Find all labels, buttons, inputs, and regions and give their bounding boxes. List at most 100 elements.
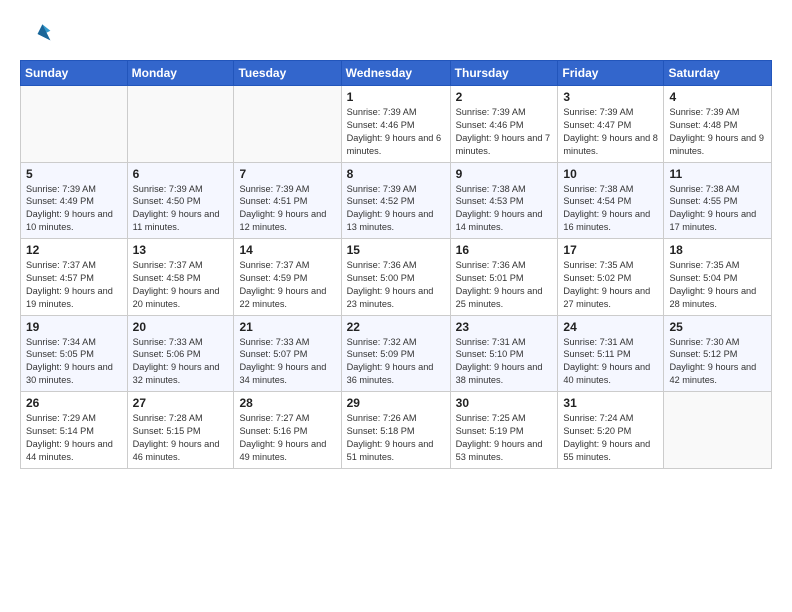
day-number: 28 <box>239 396 335 410</box>
calendar-cell: 10 Sunrise: 7:38 AM Sunset: 4:54 PM Dayli… <box>558 162 664 239</box>
day-number: 29 <box>347 396 445 410</box>
weekday-header-wednesday: Wednesday <box>341 61 450 86</box>
day-number: 14 <box>239 243 335 257</box>
day-number: 5 <box>26 167 122 181</box>
logo <box>20 18 56 50</box>
day-number: 8 <box>347 167 445 181</box>
day-info: Sunrise: 7:29 AM Sunset: 5:14 PM Dayligh… <box>26 412 122 464</box>
day-number: 1 <box>347 90 445 104</box>
day-info: Sunrise: 7:36 AM Sunset: 5:00 PM Dayligh… <box>347 259 445 311</box>
calendar-cell: 22 Sunrise: 7:32 AM Sunset: 5:09 PM Dayli… <box>341 315 450 392</box>
page: SundayMondayTuesdayWednesdayThursdayFrid… <box>0 0 792 612</box>
weekday-header-sunday: Sunday <box>21 61 128 86</box>
weekday-header-tuesday: Tuesday <box>234 61 341 86</box>
day-info: Sunrise: 7:39 AM Sunset: 4:46 PM Dayligh… <box>347 106 445 158</box>
day-number: 26 <box>26 396 122 410</box>
day-info: Sunrise: 7:36 AM Sunset: 5:01 PM Dayligh… <box>456 259 553 311</box>
logo-icon <box>20 18 52 50</box>
calendar-table: SundayMondayTuesdayWednesdayThursdayFrid… <box>20 60 772 469</box>
day-number: 2 <box>456 90 553 104</box>
calendar-cell: 7 Sunrise: 7:39 AM Sunset: 4:51 PM Daylig… <box>234 162 341 239</box>
day-number: 25 <box>669 320 766 334</box>
day-number: 30 <box>456 396 553 410</box>
calendar-cell <box>234 86 341 163</box>
calendar-cell: 19 Sunrise: 7:34 AM Sunset: 5:05 PM Dayli… <box>21 315 128 392</box>
calendar-cell: 31 Sunrise: 7:24 AM Sunset: 5:20 PM Dayli… <box>558 392 664 469</box>
calendar-cell: 15 Sunrise: 7:36 AM Sunset: 5:00 PM Dayli… <box>341 239 450 316</box>
weekday-header-friday: Friday <box>558 61 664 86</box>
calendar-cell: 4 Sunrise: 7:39 AM Sunset: 4:48 PM Daylig… <box>664 86 772 163</box>
day-number: 15 <box>347 243 445 257</box>
day-info: Sunrise: 7:34 AM Sunset: 5:05 PM Dayligh… <box>26 336 122 388</box>
day-info: Sunrise: 7:28 AM Sunset: 5:15 PM Dayligh… <box>133 412 229 464</box>
weekday-header-row: SundayMondayTuesdayWednesdayThursdayFrid… <box>21 61 772 86</box>
weekday-header-monday: Monday <box>127 61 234 86</box>
day-number: 22 <box>347 320 445 334</box>
calendar-cell: 21Sunrise: 7:33 AM Sunset: 5:07 PM Dayli… <box>234 315 341 392</box>
week-row-4: 19 Sunrise: 7:34 AM Sunset: 5:05 PM Dayli… <box>21 315 772 392</box>
week-row-1: 1 Sunrise: 7:39 AM Sunset: 4:46 PM Daylig… <box>21 86 772 163</box>
calendar-cell: 25 Sunrise: 7:30 AM Sunset: 5:12 PM Dayli… <box>664 315 772 392</box>
day-info: Sunrise: 7:25 AM Sunset: 5:19 PM Dayligh… <box>456 412 553 464</box>
day-number: 31 <box>563 396 658 410</box>
day-number: 12 <box>26 243 122 257</box>
day-info: Sunrise: 7:31 AM Sunset: 5:11 PM Dayligh… <box>563 336 658 388</box>
day-info: Sunrise: 7:39 AM Sunset: 4:50 PM Dayligh… <box>133 183 229 235</box>
day-number: 17 <box>563 243 658 257</box>
calendar-cell: 29 Sunrise: 7:26 AM Sunset: 5:18 PM Dayli… <box>341 392 450 469</box>
calendar-cell: 23 Sunrise: 7:31 AM Sunset: 5:10 PM Dayli… <box>450 315 558 392</box>
weekday-header-saturday: Saturday <box>664 61 772 86</box>
day-info: Sunrise: 7:39 AM Sunset: 4:51 PM Dayligh… <box>239 183 335 235</box>
calendar-cell: 1 Sunrise: 7:39 AM Sunset: 4:46 PM Daylig… <box>341 86 450 163</box>
day-info: Sunrise: 7:37 AM Sunset: 4:58 PM Dayligh… <box>133 259 229 311</box>
calendar-cell: 14Sunrise: 7:37 AM Sunset: 4:59 PM Dayli… <box>234 239 341 316</box>
day-number: 20 <box>133 320 229 334</box>
calendar-cell <box>21 86 128 163</box>
calendar-cell: 26 Sunrise: 7:29 AM Sunset: 5:14 PM Dayli… <box>21 392 128 469</box>
calendar-cell: 16 Sunrise: 7:36 AM Sunset: 5:01 PM Dayli… <box>450 239 558 316</box>
week-row-2: 5Sunrise: 7:39 AM Sunset: 4:49 PM Daylig… <box>21 162 772 239</box>
day-info: Sunrise: 7:35 AM Sunset: 5:02 PM Dayligh… <box>563 259 658 311</box>
day-info: Sunrise: 7:33 AM Sunset: 5:07 PM Dayligh… <box>239 336 335 388</box>
calendar-cell <box>664 392 772 469</box>
day-number: 23 <box>456 320 553 334</box>
day-number: 19 <box>26 320 122 334</box>
calendar-cell: 6 Sunrise: 7:39 AM Sunset: 4:50 PM Daylig… <box>127 162 234 239</box>
day-number: 13 <box>133 243 229 257</box>
calendar-cell: 8Sunrise: 7:39 AM Sunset: 4:52 PM Daylig… <box>341 162 450 239</box>
day-number: 11 <box>669 167 766 181</box>
day-info: Sunrise: 7:33 AM Sunset: 5:06 PM Dayligh… <box>133 336 229 388</box>
calendar-cell: 27 Sunrise: 7:28 AM Sunset: 5:15 PM Dayli… <box>127 392 234 469</box>
calendar-cell: 13 Sunrise: 7:37 AM Sunset: 4:58 PM Dayli… <box>127 239 234 316</box>
header <box>20 18 772 50</box>
day-info: Sunrise: 7:38 AM Sunset: 4:53 PM Dayligh… <box>456 183 553 235</box>
calendar-cell: 5Sunrise: 7:39 AM Sunset: 4:49 PM Daylig… <box>21 162 128 239</box>
day-info: Sunrise: 7:26 AM Sunset: 5:18 PM Dayligh… <box>347 412 445 464</box>
week-row-5: 26 Sunrise: 7:29 AM Sunset: 5:14 PM Dayli… <box>21 392 772 469</box>
day-number: 4 <box>669 90 766 104</box>
day-info: Sunrise: 7:27 AM Sunset: 5:16 PM Dayligh… <box>239 412 335 464</box>
day-number: 10 <box>563 167 658 181</box>
day-number: 27 <box>133 396 229 410</box>
day-number: 6 <box>133 167 229 181</box>
day-number: 3 <box>563 90 658 104</box>
calendar-cell: 12Sunrise: 7:37 AM Sunset: 4:57 PM Dayli… <box>21 239 128 316</box>
day-info: Sunrise: 7:31 AM Sunset: 5:10 PM Dayligh… <box>456 336 553 388</box>
day-number: 7 <box>239 167 335 181</box>
day-info: Sunrise: 7:39 AM Sunset: 4:48 PM Dayligh… <box>669 106 766 158</box>
week-row-3: 12Sunrise: 7:37 AM Sunset: 4:57 PM Dayli… <box>21 239 772 316</box>
calendar-cell: 3Sunrise: 7:39 AM Sunset: 4:47 PM Daylig… <box>558 86 664 163</box>
day-info: Sunrise: 7:32 AM Sunset: 5:09 PM Dayligh… <box>347 336 445 388</box>
calendar-cell: 17 Sunrise: 7:35 AM Sunset: 5:02 PM Dayli… <box>558 239 664 316</box>
weekday-header-thursday: Thursday <box>450 61 558 86</box>
calendar-cell <box>127 86 234 163</box>
day-number: 16 <box>456 243 553 257</box>
day-number: 18 <box>669 243 766 257</box>
day-info: Sunrise: 7:30 AM Sunset: 5:12 PM Dayligh… <box>669 336 766 388</box>
day-info: Sunrise: 7:39 AM Sunset: 4:46 PM Dayligh… <box>456 106 553 158</box>
day-info: Sunrise: 7:38 AM Sunset: 4:54 PM Dayligh… <box>563 183 658 235</box>
day-number: 24 <box>563 320 658 334</box>
calendar-cell: 28 Sunrise: 7:27 AM Sunset: 5:16 PM Dayli… <box>234 392 341 469</box>
calendar-cell: 18Sunrise: 7:35 AM Sunset: 5:04 PM Dayli… <box>664 239 772 316</box>
day-info: Sunrise: 7:24 AM Sunset: 5:20 PM Dayligh… <box>563 412 658 464</box>
